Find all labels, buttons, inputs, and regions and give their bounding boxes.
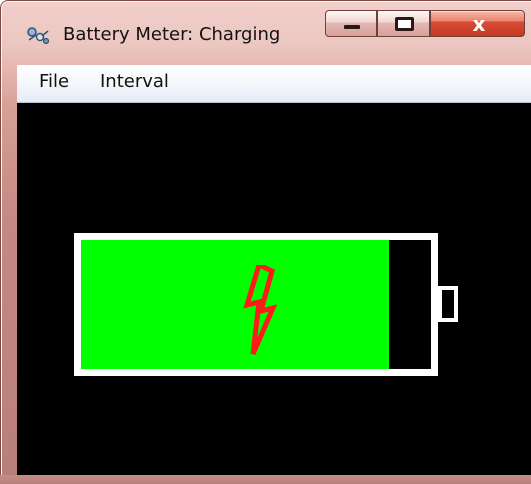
close-button[interactable]: x — [430, 10, 525, 37]
menu-bar: File Interval — [17, 65, 531, 103]
window-bottom-border — [0, 475, 531, 484]
menu-interval[interactable]: Interval — [98, 71, 171, 93]
app-icon — [27, 27, 50, 45]
window-client-area: File Interval — [17, 65, 531, 475]
battery-terminal — [438, 286, 458, 322]
title-bar[interactable]: Battery Meter: Charging x — [0, 0, 531, 66]
battery-meter-window: Battery Meter: Charging x File Interval — [0, 0, 531, 484]
window-controls: x — [325, 10, 531, 43]
maximize-button[interactable] — [377, 10, 430, 37]
menu-file[interactable]: File — [37, 71, 71, 93]
screen: Battery Meter: Charging x File Interval — [0, 0, 531, 484]
close-icon: x — [472, 12, 486, 36]
lightning-bolt-icon — [243, 265, 278, 355]
maximize-icon — [395, 17, 414, 31]
battery-canvas — [17, 103, 531, 475]
minimize-button[interactable] — [325, 10, 377, 37]
minimize-icon — [344, 25, 360, 29]
window-title: Battery Meter: Charging — [63, 24, 281, 45]
